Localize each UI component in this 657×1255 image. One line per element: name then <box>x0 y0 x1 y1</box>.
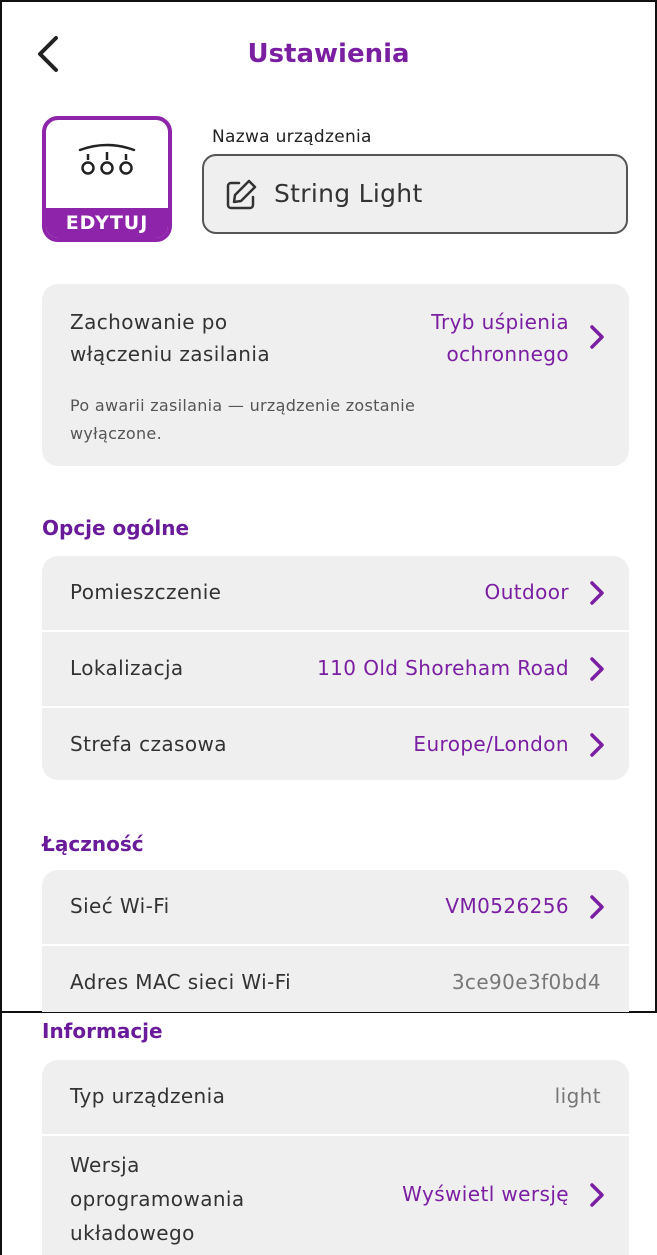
room-label: Pomieszczenie <box>70 580 222 604</box>
chevron-right-icon <box>590 733 604 757</box>
chevron-right-icon <box>590 325 604 349</box>
chevron-left-icon <box>38 36 58 72</box>
edit-label: EDYTUJ <box>46 208 168 238</box>
room-row[interactable]: Pomieszczenie Outdoor <box>42 556 629 630</box>
page-title: Ustawienia <box>247 39 410 69</box>
mac-row: Adres MAC sieci Wi-Fi 3ce90e3f0bd4 <box>42 944 629 1010</box>
general-options-card: Pomieszczenie Outdoor Lokalizacja 110 Ol… <box>42 556 629 780</box>
mac-value: 3ce90e3f0bd4 <box>451 970 601 994</box>
power-behavior-label: Zachowanie po włączeniu zasilania <box>70 310 270 366</box>
device-type-row: Typ urządzenia light <box>42 1060 629 1134</box>
connectivity-card: Sieć Wi-Fi VM0526256 Adres MAC sieci Wi-… <box>42 870 629 1012</box>
power-behavior-value: Tryb uśpienia ochronnego <box>431 310 569 366</box>
device-type-value: light <box>554 1084 601 1108</box>
wifi-label: Sieć Wi-Fi <box>70 894 170 918</box>
location-row[interactable]: Lokalizacja 110 Old Shoreham Road <box>42 630 629 706</box>
power-behavior-note: Po awarii zasilania — urządzenie zostani… <box>70 396 416 443</box>
info-card: Typ urządzenia light Wersja oprogramowan… <box>42 1060 629 1255</box>
timezone-label: Strefa czasowa <box>70 732 227 756</box>
mac-label: Adres MAC sieci Wi-Fi <box>70 970 292 994</box>
firmware-value: Wyświetl wersję <box>402 1182 569 1206</box>
chevron-right-icon <box>590 895 604 919</box>
device-icon-edit-button[interactable]: EDYTUJ <box>42 116 172 242</box>
section-title-connectivity: Łączność <box>42 832 144 856</box>
firmware-row[interactable]: Wersja oprogramowania układowego Wyświet… <box>42 1134 629 1255</box>
string-light-icon <box>78 143 136 175</box>
timezone-value: Europe/London <box>413 732 569 756</box>
frame-border-left <box>0 0 2 1255</box>
wifi-value: VM0526256 <box>445 894 569 918</box>
edit-pen-icon <box>226 179 257 210</box>
device-name-label: Nazwa urządzenia <box>212 127 372 147</box>
chevron-right-icon <box>590 581 604 605</box>
section-title-info: Informacje <box>42 1019 163 1043</box>
device-name-value: String Light <box>274 179 423 208</box>
wifi-row[interactable]: Sieć Wi-Fi VM0526256 <box>42 870 629 944</box>
device-name-field[interactable]: String Light <box>202 154 628 234</box>
firmware-label: Wersja oprogramowania układowego <box>70 1153 245 1245</box>
back-button[interactable] <box>30 32 70 76</box>
room-value: Outdoor <box>484 580 569 604</box>
timezone-row[interactable]: Strefa czasowa Europe/London <box>42 706 629 780</box>
device-type-label: Typ urządzenia <box>70 1084 226 1108</box>
location-value: 110 Old Shoreham Road <box>317 656 569 680</box>
frame-border-top <box>0 0 657 2</box>
power-behavior-row[interactable]: Zachowanie po włączeniu zasilania Tryb u… <box>42 284 629 466</box>
chevron-right-icon <box>590 1183 604 1207</box>
section-title-general: Opcje ogólne <box>42 516 190 540</box>
chevron-right-icon <box>590 657 604 681</box>
header: Ustawienia <box>0 20 657 88</box>
location-label: Lokalizacja <box>70 656 184 680</box>
